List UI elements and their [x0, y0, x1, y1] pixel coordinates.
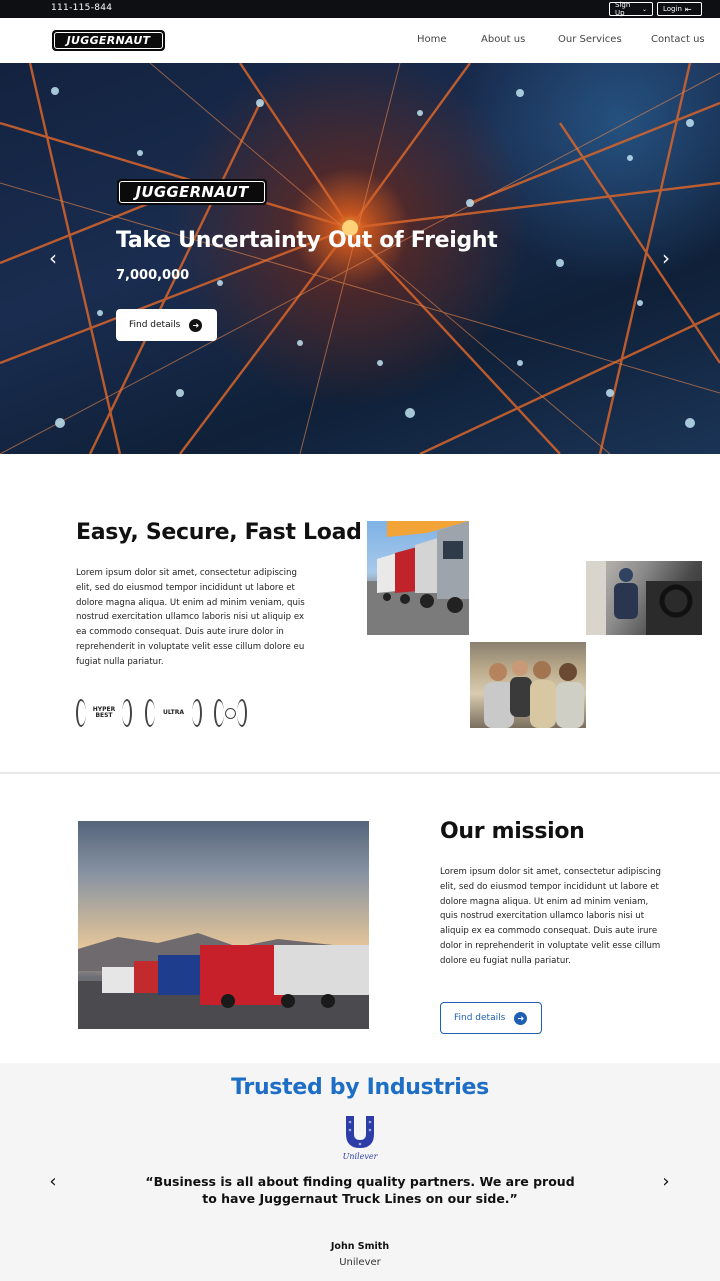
testimonial-company: Unilever	[339, 1257, 381, 1268]
nav-contact[interactable]: Contact us	[651, 34, 705, 45]
hero-find-details-button[interactable]: Find details ➜	[116, 309, 217, 341]
network-background-image	[0, 63, 720, 454]
features-paragraph: Lorem ipsum dolor sit amet, consectetur …	[76, 568, 305, 667]
top-bar: 111-115-844 Sign Up ⌄ Login ⇤	[0, 0, 720, 18]
chevron-right-icon[interactable]: ›	[659, 1171, 673, 1193]
testimonial-quote: “Business is all about finding quality p…	[145, 1174, 575, 1206]
driver-cab-photo	[586, 561, 702, 635]
award-line2: BEST	[95, 712, 113, 719]
brand-logo[interactable]: JUGGERNAUT	[52, 30, 165, 51]
arrow-right-circle-icon: ➜	[514, 1011, 528, 1025]
hero-logo-text: JUGGERNAUT	[135, 183, 249, 201]
award-badge-hyper-best: HYPER BEST	[76, 699, 132, 727]
chevron-left-icon[interactable]: ‹	[46, 1171, 60, 1193]
chevron-right-icon[interactable]: ›	[659, 246, 673, 270]
login-button[interactable]: Login ⇤	[657, 2, 702, 16]
login-icon: ⇤	[684, 4, 692, 14]
nav-home[interactable]: Home	[417, 34, 447, 45]
main-nav: JUGGERNAUT Home About us Our Services Co…	[0, 18, 720, 63]
phone-number: 111-115-844	[51, 3, 113, 13]
features-title: Easy, Secure, Fast Load	[76, 520, 362, 545]
hero-title: Take Uncertainty Out of Freight	[116, 228, 498, 253]
testimonial-author: John Smith	[330, 1241, 390, 1252]
chevron-down-icon: ⌄	[641, 5, 647, 13]
unilever-logo: Unilever	[340, 1114, 380, 1161]
trucks-sunset-photo	[78, 821, 369, 1029]
unilever-logo-text: Unilever	[343, 1152, 379, 1161]
hero-subtitle: 7,000,000	[116, 268, 190, 283]
trusted-title: Trusted by Industries	[231, 1075, 489, 1100]
brand-logo-text: JUGGERNAUT	[66, 34, 151, 47]
testimonials-section: Trusted by Industries Unilever “Business…	[0, 1063, 720, 1281]
mission-find-details-button[interactable]: Find details ➜	[440, 1002, 542, 1034]
award-badge-ultra: ULTRA	[145, 699, 202, 727]
hero-banner: JUGGERNAUT Take Uncertainty Out of Freig…	[0, 63, 720, 454]
signup-label: Sign Up	[615, 1, 631, 17]
hero-button-label: Find details	[129, 320, 181, 330]
login-label: Login	[663, 5, 682, 13]
nav-services[interactable]: Our Services	[558, 34, 622, 45]
nav-about[interactable]: About us	[481, 34, 525, 45]
award-line1: ULTRA	[162, 709, 185, 716]
hero-logo: JUGGERNAUT	[117, 179, 267, 205]
mission-button-label: Find details	[454, 1013, 506, 1023]
chevron-left-icon[interactable]: ‹	[46, 246, 60, 270]
mission-paragraph: Lorem ipsum dolor sit amet, consectetur …	[440, 867, 661, 966]
section-divider	[0, 772, 720, 774]
signup-button[interactable]: Sign Up ⌄	[609, 1, 653, 17]
arrow-right-circle-icon: ➜	[189, 318, 203, 332]
award-badge-seal	[214, 699, 247, 727]
mission-title: Our mission	[440, 819, 585, 844]
team-meeting-photo	[470, 642, 586, 728]
trucks-parked-photo	[367, 521, 469, 635]
